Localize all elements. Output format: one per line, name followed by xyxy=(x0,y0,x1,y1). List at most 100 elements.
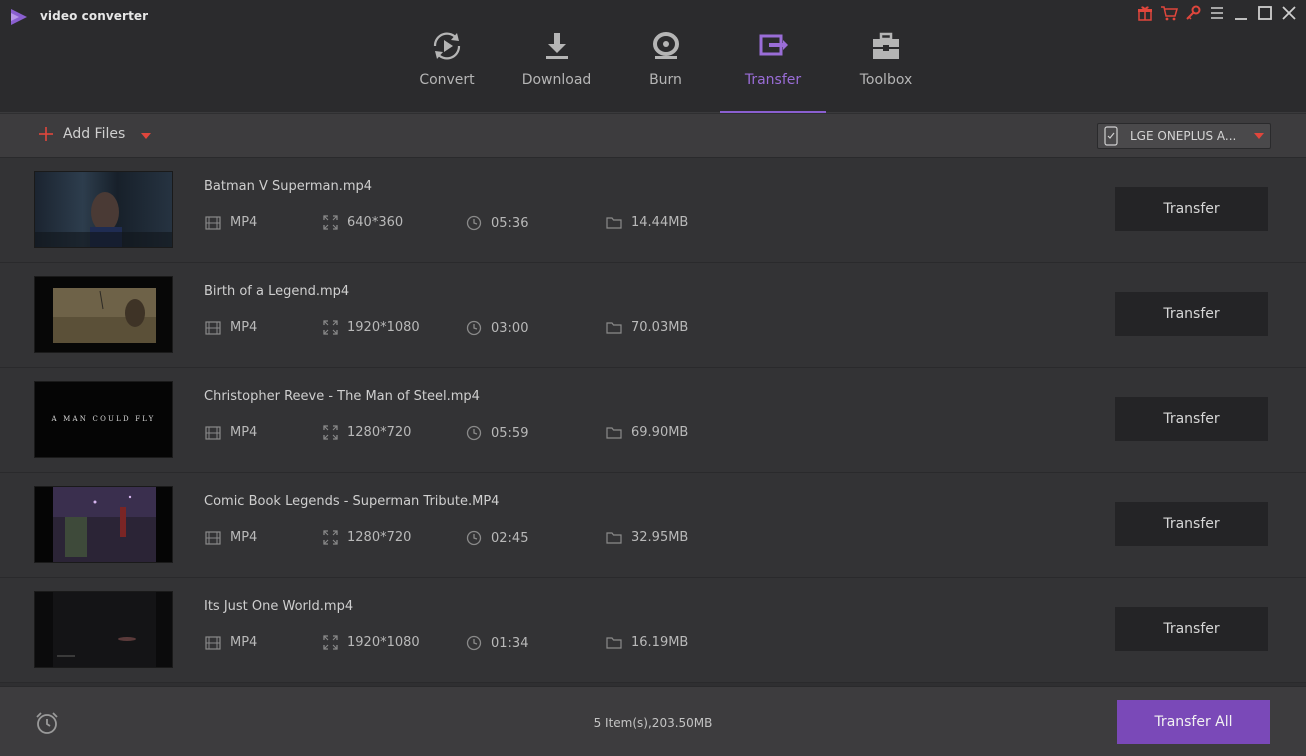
tab-convert-label: Convert xyxy=(419,72,475,88)
video-thumbnail[interactable] xyxy=(34,591,173,668)
maximize-icon[interactable] xyxy=(1256,4,1274,22)
clock-icon xyxy=(466,530,482,546)
film-icon xyxy=(205,530,221,545)
film-icon xyxy=(205,635,221,650)
tab-transfer-label: Transfer xyxy=(744,72,802,88)
clock-icon xyxy=(466,215,482,231)
format-info: MP4 xyxy=(205,320,257,335)
format-info: MP4 xyxy=(205,635,257,650)
menu-icon[interactable] xyxy=(1208,4,1226,22)
file-row: Comic Book Legends - Superman Tribute.MP… xyxy=(0,473,1306,578)
transfer-button[interactable]: Transfer xyxy=(1115,502,1268,546)
file-name: Comic Book Legends - Superman Tribute.MP… xyxy=(204,494,500,509)
close-icon[interactable] xyxy=(1280,4,1298,22)
transfer-button[interactable]: Transfer xyxy=(1115,187,1268,231)
format-value: MP4 xyxy=(230,320,258,335)
tab-toolbox[interactable]: Toolbox xyxy=(826,0,946,113)
file-name: Batman V Superman.mp4 xyxy=(204,179,373,194)
film-icon xyxy=(205,320,221,335)
tab-toolbox-label: Toolbox xyxy=(859,72,913,88)
burn-icon xyxy=(648,28,684,64)
format-info: MP4 xyxy=(205,215,257,230)
video-thumbnail[interactable] xyxy=(34,171,173,248)
window-controls xyxy=(1136,4,1298,22)
duration-value: 01:34 xyxy=(491,635,529,651)
file-name: Its Just One World.mp4 xyxy=(204,599,354,614)
tab-transfer[interactable]: Transfer xyxy=(720,0,826,113)
toolbox-icon xyxy=(868,28,904,64)
resolution-info: 1280*720 xyxy=(323,530,411,545)
format-value: MP4 xyxy=(230,635,258,650)
gift-icon[interactable] xyxy=(1136,4,1154,22)
resolution-info: 640*360 xyxy=(323,215,403,230)
cart-icon[interactable] xyxy=(1160,4,1178,22)
size-info: 32.95MB xyxy=(606,530,688,545)
thumbnail-caption: A MAN COULD FLY xyxy=(51,415,156,423)
resolution-icon xyxy=(323,635,338,650)
add-files-button[interactable]: Add Files xyxy=(38,126,125,142)
device-dropdown[interactable]: LGE ONEPLUS A... xyxy=(1097,123,1271,149)
file-row: A MAN COULD FLY Christopher Reeve - The … xyxy=(0,368,1306,473)
duration-value: 05:59 xyxy=(491,425,529,441)
duration-info: 02:45 xyxy=(466,530,528,546)
file-name: Birth of a Legend.mp4 xyxy=(204,284,350,299)
key-icon[interactable] xyxy=(1184,4,1202,22)
folder-icon xyxy=(606,427,622,439)
resolution-info: 1920*1080 xyxy=(323,635,420,650)
format-value: MP4 xyxy=(230,215,258,230)
transfer-button[interactable]: Transfer xyxy=(1115,607,1268,651)
app-logo-icon xyxy=(11,9,27,25)
format-info: MP4 xyxy=(205,530,257,545)
folder-icon xyxy=(606,637,622,649)
clock-icon xyxy=(466,425,482,441)
duration-info: 01:34 xyxy=(466,635,528,651)
minimize-icon[interactable] xyxy=(1232,4,1250,22)
convert-icon xyxy=(429,28,465,64)
transfer-icon xyxy=(755,28,791,64)
resolution-value: 1920*1080 xyxy=(347,320,420,335)
video-thumbnail[interactable] xyxy=(34,486,173,563)
title-bar: video converter Convert Download Burn Tr… xyxy=(0,0,1306,113)
resolution-icon xyxy=(323,320,338,335)
items-summary: 5 Item(s),203.50MB xyxy=(593,716,713,730)
file-list: Batman V Superman.mp4 MP4 640*360 05:36 … xyxy=(0,158,1306,685)
tab-download-label: Download xyxy=(521,72,592,88)
resolution-value: 1280*720 xyxy=(347,530,412,545)
video-thumbnail[interactable] xyxy=(34,276,173,353)
size-value: 70.03MB xyxy=(631,320,689,335)
transfer-button[interactable]: Transfer xyxy=(1115,397,1268,441)
film-icon xyxy=(205,215,221,230)
size-value: 69.90MB xyxy=(631,425,689,440)
add-files-dropdown-icon[interactable] xyxy=(140,133,152,140)
resolution-value: 1920*1080 xyxy=(347,635,420,650)
resolution-info: 1920*1080 xyxy=(323,320,420,335)
format-value: MP4 xyxy=(230,530,258,545)
tab-convert[interactable]: Convert xyxy=(392,0,502,113)
duration-value: 03:00 xyxy=(491,320,529,336)
clock-icon xyxy=(466,320,482,336)
add-files-label: Add Files xyxy=(63,126,126,142)
transfer-all-button[interactable]: Transfer All xyxy=(1117,700,1270,744)
resolution-value: 1280*720 xyxy=(347,425,412,440)
file-row: Batman V Superman.mp4 MP4 640*360 05:36 … xyxy=(0,158,1306,263)
format-info: MP4 xyxy=(205,425,257,440)
duration-info: 03:00 xyxy=(466,320,528,336)
video-thumbnail[interactable]: A MAN COULD FLY xyxy=(34,381,173,458)
duration-value: 05:36 xyxy=(491,215,529,231)
resolution-info: 1280*720 xyxy=(323,425,411,440)
tab-burn[interactable]: Burn xyxy=(611,0,720,113)
size-value: 14.44MB xyxy=(631,215,689,230)
duration-info: 05:36 xyxy=(466,215,528,231)
app-title: video converter xyxy=(40,9,149,23)
transfer-button[interactable]: Transfer xyxy=(1115,292,1268,336)
tab-burn-label: Burn xyxy=(649,72,682,88)
size-info: 69.90MB xyxy=(606,425,688,440)
size-info: 70.03MB xyxy=(606,320,688,335)
resolution-icon xyxy=(323,425,338,440)
file-row: Birth of a Legend.mp4 MP4 1920*1080 03:0… xyxy=(0,263,1306,368)
tab-download[interactable]: Download xyxy=(502,0,611,113)
device-name: LGE ONEPLUS A... xyxy=(1130,129,1237,143)
folder-icon xyxy=(606,217,622,229)
plus-icon xyxy=(39,127,53,141)
size-value: 16.19MB xyxy=(631,635,689,650)
